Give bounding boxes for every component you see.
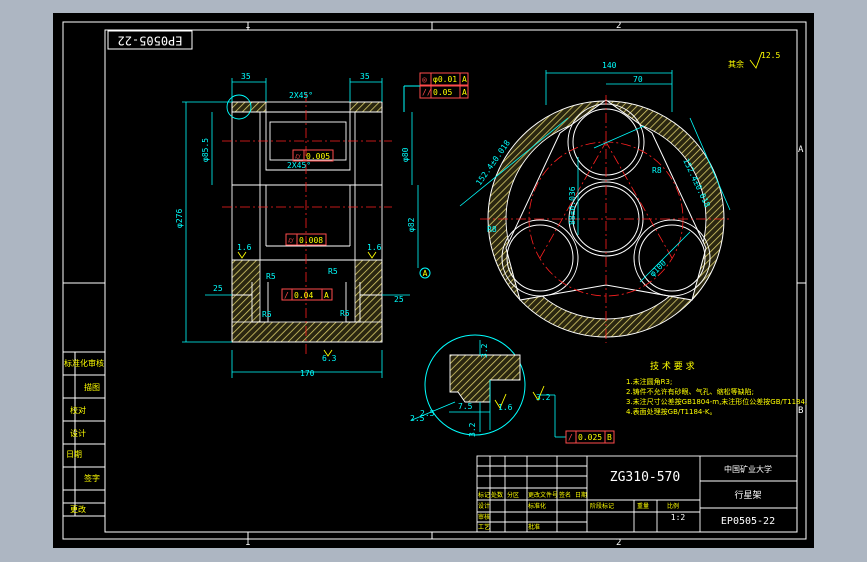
tech-req-line-4: 4.表面处理按GB/T1184-K。 bbox=[626, 407, 716, 416]
left-table-text-1: 描图 bbox=[84, 382, 100, 392]
zone-label-top-1: 1 bbox=[245, 21, 250, 31]
zone-label-bottom-1: 1 bbox=[245, 538, 250, 548]
svg-text:A: A bbox=[462, 75, 467, 84]
svg-text:A: A bbox=[462, 88, 467, 97]
detail-dim-1-6: 1.6 bbox=[498, 403, 513, 412]
roughness-6-3: 6.3 bbox=[322, 354, 337, 363]
section-top-right-flange bbox=[349, 101, 383, 113]
svg-text:⌭: ⌭ bbox=[295, 152, 301, 161]
dim-35-right: 35 bbox=[360, 72, 370, 81]
dim-dia-85: φ85.5 bbox=[201, 138, 210, 162]
tb-cell-3: 更改文件号 bbox=[528, 491, 558, 499]
svg-text:⌭: ⌭ bbox=[288, 236, 294, 245]
tech-req-title: 技 术 要 求 bbox=[650, 360, 695, 372]
svg-text://: // bbox=[422, 88, 432, 97]
zone-label-right-a: A bbox=[798, 145, 804, 155]
dim-r5-d: R5 bbox=[340, 309, 350, 318]
tb-cell-7: 标准化 bbox=[528, 502, 546, 510]
tb-cell-6: 设计 bbox=[478, 502, 490, 510]
detail-dim-3-2-right: 3.2 bbox=[536, 393, 551, 402]
left-table-text-3: 设计 bbox=[70, 428, 86, 438]
dim-r5-a: R5 bbox=[266, 272, 276, 281]
title-drawing-no: EP0505-22 bbox=[721, 516, 775, 527]
detail-dim-3-2-top: 3.2 bbox=[480, 343, 489, 358]
dim-25-right: 25 bbox=[394, 295, 404, 304]
dim-88: 88±0.036 bbox=[568, 186, 577, 225]
svg-text:12.5: 12.5 bbox=[761, 51, 780, 60]
drawing-canvas: 1 2 1 2 A B EP0505-22 标准化审核 描图 校对 设计 日期 … bbox=[53, 13, 814, 548]
tb-cell-10: 比例 bbox=[667, 502, 679, 510]
detail-dim-3-2-bottom: 3.2 bbox=[468, 422, 477, 437]
zone-label-bottom-2: 2 bbox=[616, 538, 621, 548]
svg-text:EP0505-22: EP0505-22 bbox=[117, 34, 182, 48]
tb-cell-0: 标记 bbox=[478, 491, 490, 499]
section-top-left-flange bbox=[231, 101, 267, 113]
tb-cell-1: 处数 bbox=[491, 491, 503, 499]
tb-cell-11: 审核 bbox=[478, 513, 490, 521]
dim-r8-right: R8 bbox=[652, 166, 662, 175]
svg-text:φ0.01: φ0.01 bbox=[433, 75, 457, 84]
left-table-text-5: 签字 bbox=[84, 473, 100, 483]
tech-req-line-3: 3.未注尺寸公差按GB1804-m,未注形位公差按GB/T1184; bbox=[626, 397, 807, 406]
dim-70: 70 bbox=[633, 75, 643, 84]
tb-cell-8: 阶段标记 bbox=[590, 502, 614, 510]
tb-cell-5: 日期 bbox=[575, 491, 587, 499]
code-stamp: EP0505-22 bbox=[107, 30, 193, 50]
dim-170: 170 bbox=[300, 369, 315, 378]
detail-dim-2-5-note: 2.5 bbox=[420, 409, 435, 418]
dim-25-left: 25 bbox=[213, 284, 223, 293]
dim-r5-c: R5 bbox=[262, 310, 272, 319]
tech-req-line-2: 2.铸件不允许有砂眼、气孔、缩松等缺陷; bbox=[626, 387, 754, 396]
title-part-name: 行星架 bbox=[734, 489, 761, 501]
left-table-text-6: 更改 bbox=[70, 504, 86, 514]
roughness-1-6-right: 1.6 bbox=[367, 243, 382, 252]
svg-text:0.008: 0.008 bbox=[299, 236, 323, 245]
title-header: 中国矿业大学 bbox=[724, 464, 772, 474]
fcf-cylindricity-2: ⌭ 0.008 bbox=[285, 233, 327, 246]
datum-a-label: A bbox=[423, 269, 428, 278]
svg-text:B: B bbox=[607, 433, 612, 442]
dim-chamfer-top: 2X45° bbox=[289, 91, 313, 100]
fcf-cylindricity-1: ⌭ 0.005 bbox=[292, 149, 334, 162]
svg-text:0.025: 0.025 bbox=[578, 433, 602, 442]
svg-text:0.005: 0.005 bbox=[306, 152, 330, 161]
title-scale: 1:2 bbox=[671, 513, 686, 522]
dim-dia-276: φ276 bbox=[175, 209, 184, 228]
roughness-1-6-left: 1.6 bbox=[237, 243, 252, 252]
tech-req-line-1: 1.未注圆角R3; bbox=[626, 377, 672, 386]
svg-text:A: A bbox=[324, 291, 329, 300]
zone-label-top-2: 2 bbox=[616, 21, 621, 31]
tb-cell-4: 签名 bbox=[559, 491, 571, 499]
tb-cell-9: 重量 bbox=[637, 502, 649, 510]
tb-cell-12: 工艺 bbox=[478, 523, 490, 531]
svg-text:其余: 其余 bbox=[728, 59, 744, 69]
svg-text:0.05: 0.05 bbox=[433, 88, 452, 97]
dim-35-left: 35 bbox=[241, 72, 251, 81]
svg-text:◎: ◎ bbox=[422, 75, 427, 84]
zone-label-right-b: B bbox=[798, 406, 803, 416]
left-table-text-2: 校对 bbox=[70, 405, 86, 415]
tb-cell-13: 批准 bbox=[528, 523, 540, 531]
tb-cell-2: 分区 bbox=[507, 491, 519, 499]
title-material: ZG310-570 bbox=[610, 470, 680, 485]
svg-text:/: / bbox=[568, 433, 573, 442]
dim-r5-b: R5 bbox=[328, 267, 338, 276]
detail-dim-7-5: 7.5 bbox=[458, 402, 473, 411]
dim-dia-80: φ80 bbox=[401, 147, 410, 162]
dim-dia-82: φ82 bbox=[407, 217, 416, 232]
left-table-text-4: 日期 bbox=[66, 450, 82, 459]
dim-140: 140 bbox=[602, 61, 617, 70]
svg-text:0.04: 0.04 bbox=[294, 291, 313, 300]
dim-r8-left: R8 bbox=[487, 225, 497, 234]
svg-text:/: / bbox=[284, 291, 289, 300]
dim-chamfer-mid: 2X45° bbox=[287, 161, 311, 170]
section-bottom bbox=[231, 321, 383, 343]
left-table-text-0: 标准化审核 bbox=[64, 358, 104, 368]
